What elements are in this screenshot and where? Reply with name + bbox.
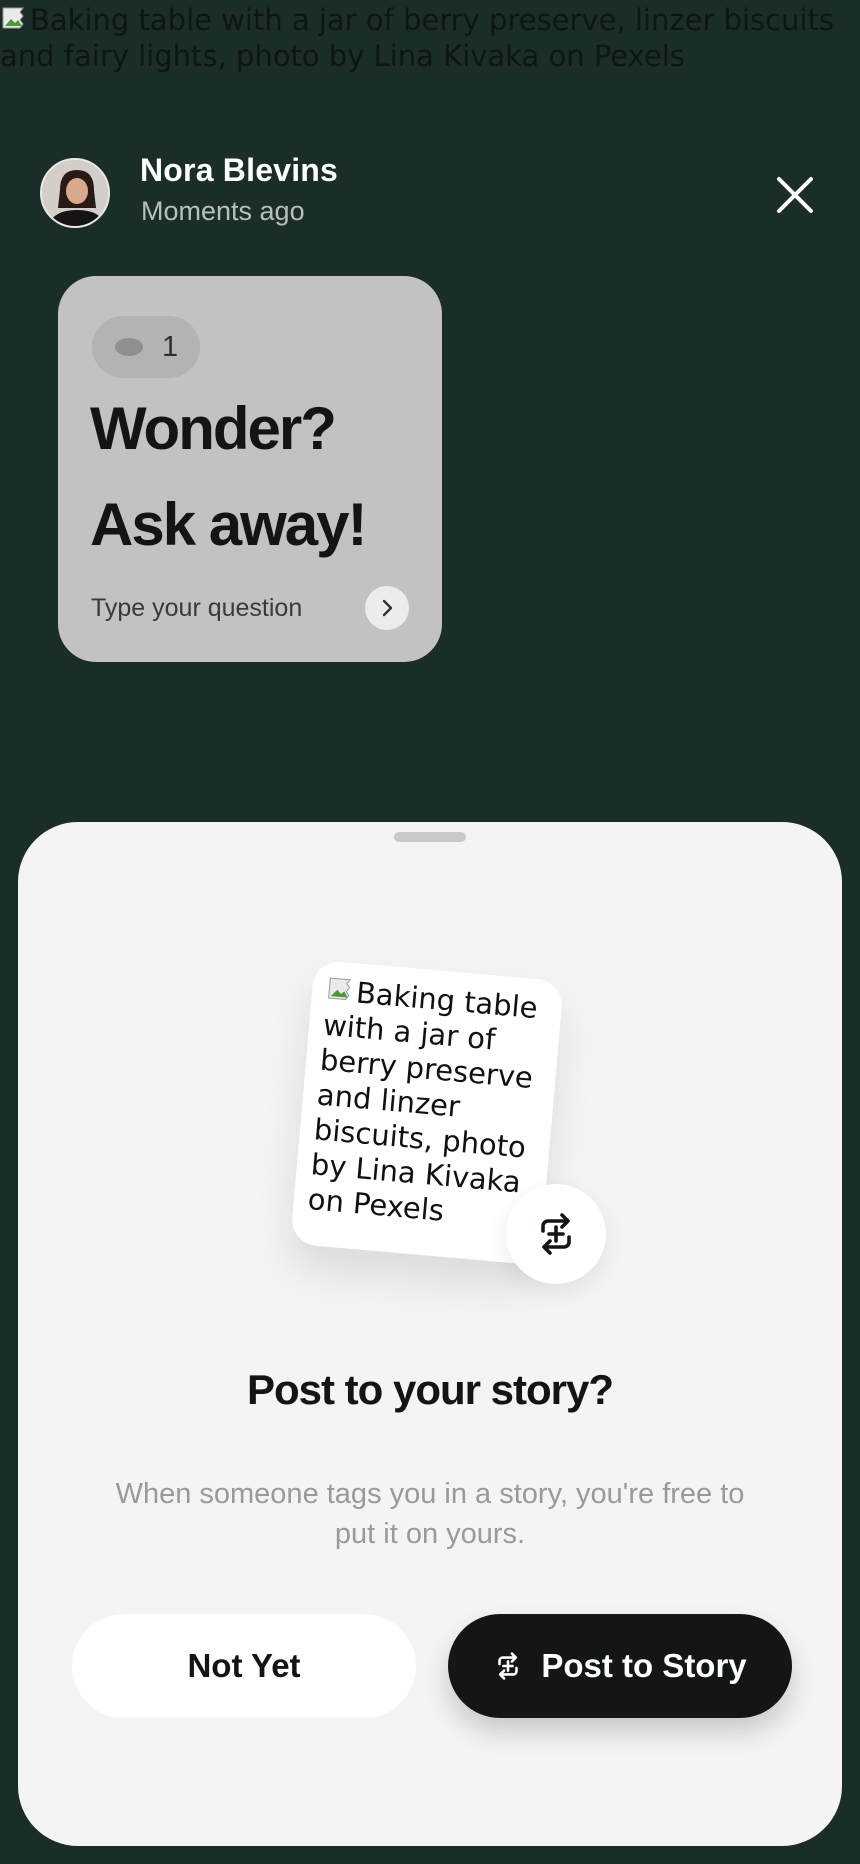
question-title-line-1: Wonder? <box>90 395 337 462</box>
question-title-line-2: Ask away! <box>90 491 367 558</box>
timestamp: Moments ago <box>141 196 305 226</box>
eye-icon <box>115 338 143 356</box>
post-to-story-button[interactable]: Post to Story <box>448 1614 792 1718</box>
submit-question-button[interactable] <box>365 586 409 630</box>
avatar-portrait <box>42 160 108 226</box>
close-icon <box>777 177 813 213</box>
view-count-badge: 1 <box>92 316 200 378</box>
view-count: 1 <box>162 330 179 363</box>
repost-add-icon <box>541 1213 571 1255</box>
user-name[interactable]: Nora Blevins <box>140 152 338 189</box>
story-preview-image: Baking table with a jar of berry preserv… <box>306 973 547 1236</box>
story-preview: Baking table with a jar of berry preserv… <box>290 959 606 1284</box>
close-button[interactable] <box>770 170 820 220</box>
avatar[interactable] <box>40 158 110 228</box>
post-to-story-sheet: Baking table with a jar of berry preserv… <box>18 822 842 1846</box>
chevron-right-icon <box>382 599 393 617</box>
sheet-description: When someone tags you in a story, you're… <box>115 1478 745 1550</box>
sheet-title: Post to your story? <box>246 1366 614 1413</box>
sheet-grabber[interactable] <box>394 832 466 842</box>
broken-image-icon <box>325 974 358 1007</box>
question-input-placeholder[interactable]: Type your question <box>91 594 302 623</box>
story-background-alt: Baking table with a jar of berry preserv… <box>0 3 835 73</box>
not-yet-button[interactable]: Not Yet <box>72 1614 416 1718</box>
post-to-story-label: Post to Story <box>541 1647 747 1684</box>
question-sticker-card[interactable]: 1 Wonder? Ask away! Type your question <box>58 276 442 662</box>
repost-badge <box>506 1184 606 1284</box>
broken-image-icon <box>0 4 30 34</box>
story-preview-alt: Baking table with a jar of berry preserv… <box>306 975 539 1228</box>
story-background-image: Baking table with a jar of berry preserv… <box>0 2 840 74</box>
repost-add-icon <box>498 1652 519 1680</box>
not-yet-label: Not Yet <box>187 1647 301 1684</box>
